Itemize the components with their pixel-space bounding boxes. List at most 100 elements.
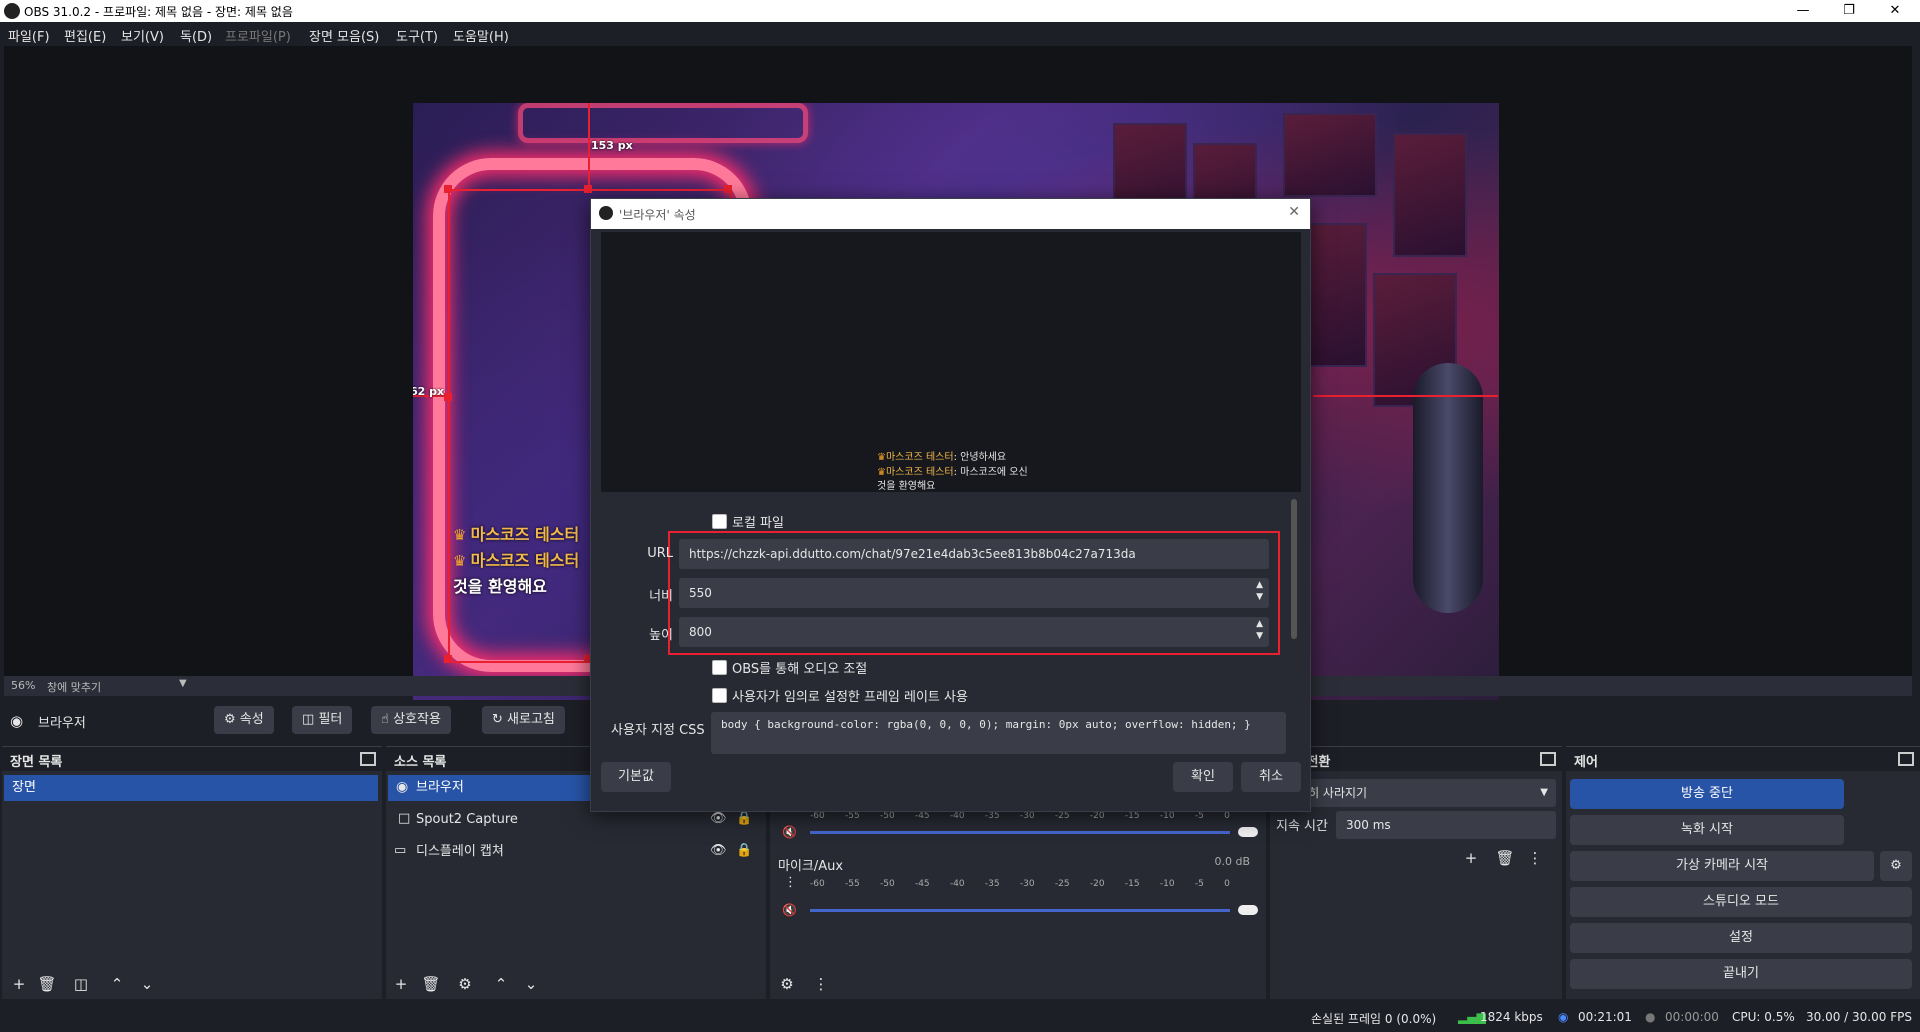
more-options-icon[interactable]: ⋮: [1524, 847, 1546, 869]
chevron-down-icon[interactable]: ▼: [179, 678, 187, 689]
menu-view[interactable]: 보기(V): [121, 26, 164, 45]
speaker-muted-icon[interactable]: 🔇: [782, 825, 797, 839]
eye-icon[interactable]: 👁: [710, 843, 727, 858]
volume-knob[interactable]: [1238, 827, 1258, 837]
resize-handle[interactable]: [444, 185, 452, 193]
scenes-dock-header: 장면 목록: [2, 747, 382, 771]
broadcast-icon: ◉: [1558, 1010, 1569, 1024]
source-item[interactable]: 디스플레이 캡쳐: [388, 839, 762, 865]
resize-handle[interactable]: [444, 655, 452, 663]
volume-slider[interactable]: [810, 909, 1230, 912]
start-record-button[interactable]: 녹화 시작: [1570, 815, 1844, 845]
menu-help[interactable]: 도움말(H): [453, 26, 509, 45]
poster-image: [1283, 113, 1377, 197]
dialog-preview: ♛마스코즈 테스터: 안녕하세요 ♛마스코즈 테스터: 마스코즈에 오신 것을 …: [601, 232, 1301, 492]
resize-handle[interactable]: [724, 185, 732, 193]
spin-down-icon[interactable]: ▼: [1256, 582, 1263, 612]
more-options-icon[interactable]: ⋮: [784, 875, 797, 890]
close-button[interactable]: ✕: [1872, 0, 1918, 22]
settings-button[interactable]: 설정: [1570, 923, 1912, 953]
menu-profile[interactable]: 프로파일(P): [225, 26, 291, 45]
filter-icon[interactable]: ◫: [70, 973, 92, 995]
meter-tick: -5: [1194, 879, 1204, 889]
arrow-up-icon[interactable]: ⌃: [106, 973, 128, 995]
gear-icon[interactable]: ⚙: [1880, 851, 1912, 881]
sources-title: 소스 목록: [394, 755, 447, 770]
guide-line: [588, 103, 590, 189]
custom-fps-checkbox[interactable]: [712, 688, 727, 703]
chat-username: 마스코즈 테스터: [470, 551, 580, 570]
local-file-checkbox[interactable]: [712, 514, 727, 529]
properties-button[interactable]: ⚙ 속성: [214, 706, 274, 734]
virtual-camera-button[interactable]: 가상 카메라 시작: [1570, 851, 1874, 881]
trash-icon[interactable]: 🗑: [36, 973, 58, 995]
width-value: 550: [689, 586, 712, 600]
arrow-down-icon[interactable]: ⌄: [136, 973, 158, 995]
interact-button[interactable]: ☝ 상호작용: [371, 706, 451, 734]
cancel-button[interactable]: 취소: [1241, 762, 1301, 792]
defaults-button[interactable]: 기본값: [601, 762, 671, 792]
css-label: 사용자 지정 CSS: [611, 723, 705, 738]
menu-bar: 파일(F) 편집(E) 보기(V) 독(D) 프로파일(P) 장면 모음(S) …: [0, 22, 1920, 46]
resize-handle[interactable]: [444, 393, 452, 401]
fps-readout: 30.00 / 30.00 FPS: [1806, 1010, 1912, 1024]
menu-edit[interactable]: 편집(E): [64, 26, 106, 45]
width-label: 너비: [649, 589, 673, 604]
add-icon[interactable]: +: [8, 973, 30, 995]
speaker-muted-icon[interactable]: 🔇: [782, 903, 797, 917]
css-textarea[interactable]: body { background-color: rgba(0, 0, 0, 0…: [711, 712, 1286, 754]
lock-icon[interactable]: 🔒: [736, 843, 752, 858]
filters-button[interactable]: ◫ 필터: [292, 706, 353, 734]
scrollbar[interactable]: [1291, 499, 1297, 639]
url-input[interactable]: https://chzzk-api.ddutto.com/chat/97e21e…: [679, 539, 1269, 569]
spin-down-icon[interactable]: ▼: [1256, 621, 1263, 651]
volume-knob[interactable]: [1238, 905, 1258, 915]
arrow-down-icon[interactable]: ⌄: [520, 973, 542, 995]
more-options-icon[interactable]: ⋮: [810, 973, 832, 995]
gear-icon[interactable]: ⚙: [454, 973, 476, 995]
studio-mode-button[interactable]: 스튜디오 모드: [1570, 887, 1912, 917]
transition-select[interactable]: 천천히 사라지기 ▼: [1276, 779, 1556, 807]
audio-control-checkbox[interactable]: [712, 660, 727, 675]
trash-icon[interactable]: 🗑: [1494, 847, 1516, 869]
measure-label-left: 62 px: [413, 385, 445, 398]
undock-icon[interactable]: [360, 752, 376, 766]
close-icon[interactable]: ✕: [1288, 204, 1300, 220]
lock-icon[interactable]: 🔒: [736, 811, 752, 826]
duration-value: 300 ms: [1346, 818, 1391, 832]
exit-button[interactable]: 끝내기: [1570, 959, 1912, 989]
eye-icon[interactable]: 👁: [710, 811, 727, 826]
scene-item[interactable]: 장면: [4, 775, 378, 801]
refresh-button[interactable]: ↻ 새로고침: [482, 706, 565, 734]
add-icon[interactable]: +: [390, 973, 412, 995]
hand-icon: ☝: [381, 712, 389, 727]
arrow-up-icon[interactable]: ⌃: [490, 973, 512, 995]
ok-button[interactable]: 확인: [1173, 762, 1233, 792]
menu-tools[interactable]: 도구(T): [396, 26, 438, 45]
dialog-title: '브라우저' 속성: [619, 208, 696, 222]
minimize-button[interactable]: —: [1780, 0, 1826, 22]
dropped-frames: 손실된 프레임 0 (0.0%): [1311, 1012, 1437, 1026]
trash-icon[interactable]: 🗑: [420, 973, 442, 995]
selected-source-name: 브라우저: [38, 716, 86, 731]
menu-file[interactable]: 파일(F): [8, 26, 50, 45]
height-input[interactable]: 800 ▲ ▼: [679, 617, 1269, 647]
stop-stream-button[interactable]: 방송 중단: [1570, 779, 1844, 809]
maximize-button[interactable]: ❐: [1826, 0, 1872, 22]
crown-icon: ♛: [453, 552, 467, 570]
gear-icon[interactable]: ⚙: [776, 973, 798, 995]
meter-tick: 0: [1224, 879, 1230, 889]
source-item-label: Spout2 Capture: [416, 812, 518, 827]
undock-icon[interactable]: [1898, 752, 1914, 766]
duration-input[interactable]: 300 ms: [1336, 811, 1556, 839]
add-icon[interactable]: +: [1460, 847, 1482, 869]
zoom-mode-select[interactable]: 창에 맞추기: [47, 679, 101, 695]
poster-image: [1393, 133, 1467, 257]
chat-message: 것을 환영해요: [453, 577, 547, 596]
menu-scene-collection[interactable]: 장면 모음(S): [309, 26, 379, 45]
volume-slider[interactable]: [810, 831, 1230, 834]
resize-handle[interactable]: [584, 185, 592, 193]
undock-icon[interactable]: [1540, 752, 1556, 766]
menu-docks[interactable]: 독(D): [180, 26, 212, 45]
width-input[interactable]: 550 ▲ ▼: [679, 578, 1269, 608]
